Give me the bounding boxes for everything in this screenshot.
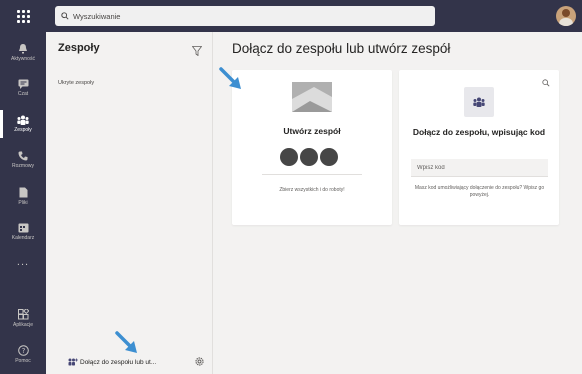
team-code-input[interactable] bbox=[411, 159, 548, 177]
teams-panel: Zespoły Ukryte zespoły Dołącz do zespołu… bbox=[46, 32, 213, 374]
rail-item-apps[interactable]: Aplikacje bbox=[0, 300, 46, 336]
rail-label: Pomoc bbox=[15, 357, 31, 364]
join-team-title: Dołącz do zespołu, wpisując kod bbox=[412, 127, 546, 137]
search-icon[interactable] bbox=[542, 79, 550, 87]
rail-label: Zespoły bbox=[14, 127, 32, 133]
add-team-icon bbox=[68, 358, 78, 366]
create-team-title: Utwórz zespół bbox=[283, 126, 341, 136]
filter-button[interactable] bbox=[191, 43, 203, 61]
phone-icon bbox=[18, 151, 28, 161]
hidden-teams-link[interactable]: Ukryte zespoły bbox=[58, 80, 94, 86]
join-team-description: Masz kod umożliwiający dołączenie do zes… bbox=[414, 185, 545, 198]
rail-label: Czat bbox=[17, 91, 29, 97]
rail-item-chat[interactable]: Czat bbox=[0, 70, 46, 106]
rail-label: Pliki bbox=[18, 199, 28, 206]
gear-icon[interactable] bbox=[194, 356, 205, 367]
app-rail: Aktywność Czat Zespoły Rozmowy Pliki Kal… bbox=[0, 32, 46, 374]
top-bar: Wyszukiwanie bbox=[0, 0, 582, 32]
rail-item-files[interactable]: Pliki bbox=[0, 178, 46, 214]
bell-icon bbox=[19, 43, 27, 53]
annotation-arrow-icon bbox=[115, 331, 137, 353]
apps-grid-icon bbox=[16, 9, 30, 23]
divider bbox=[262, 174, 362, 175]
file-icon bbox=[19, 187, 27, 197]
help-icon: ? bbox=[17, 344, 29, 356]
search-input[interactable]: Wyszukiwanie bbox=[55, 6, 435, 26]
svg-text:?: ? bbox=[21, 347, 25, 355]
user-avatar[interactable] bbox=[556, 6, 576, 26]
create-team-description: Zbierz wszystkich i do roboty! bbox=[279, 187, 345, 193]
rail-item-teams[interactable]: Zespoły bbox=[0, 106, 46, 142]
panel-title: Zespoły bbox=[58, 42, 100, 54]
rail-label: Aplikacje bbox=[12, 321, 33, 328]
create-team-image bbox=[292, 82, 332, 112]
rail-label: Kalendarz bbox=[11, 235, 35, 241]
rail-item-help[interactable]: ? Pomoc bbox=[0, 336, 46, 372]
filter-icon bbox=[191, 46, 203, 57]
chat-icon bbox=[18, 79, 28, 89]
calendar-icon bbox=[18, 223, 28, 233]
rail-item-more[interactable]: ... bbox=[0, 244, 46, 280]
rail-label: Rozmowy bbox=[12, 163, 34, 169]
search-placeholder: Wyszukiwanie bbox=[73, 11, 121, 21]
apps-grid-button[interactable] bbox=[0, 0, 46, 32]
join-team-image bbox=[464, 87, 494, 117]
rail-item-activity[interactable]: Aktywność bbox=[0, 34, 46, 70]
rail-label: Aktywność bbox=[11, 55, 35, 62]
search-icon bbox=[61, 12, 69, 20]
join-team-card: Dołącz do zespołu, wpisując kod Masz kod… bbox=[399, 70, 559, 225]
more-icon: ... bbox=[16, 256, 30, 268]
teams-icon bbox=[17, 115, 29, 125]
create-team-card[interactable]: Utwórz zespół Zbierz wszystkich i do rob… bbox=[232, 70, 392, 225]
annotation-arrow-icon bbox=[219, 67, 241, 89]
member-avatars bbox=[280, 148, 338, 166]
teams-icon bbox=[473, 97, 485, 107]
page-title: Dołącz do zespołu lub utwórz zespół bbox=[232, 41, 451, 56]
rail-item-calls[interactable]: Rozmowy bbox=[0, 142, 46, 178]
apps-icon bbox=[17, 308, 29, 319]
join-team-label: Dołącz do zespołu lub ut... bbox=[80, 358, 157, 366]
